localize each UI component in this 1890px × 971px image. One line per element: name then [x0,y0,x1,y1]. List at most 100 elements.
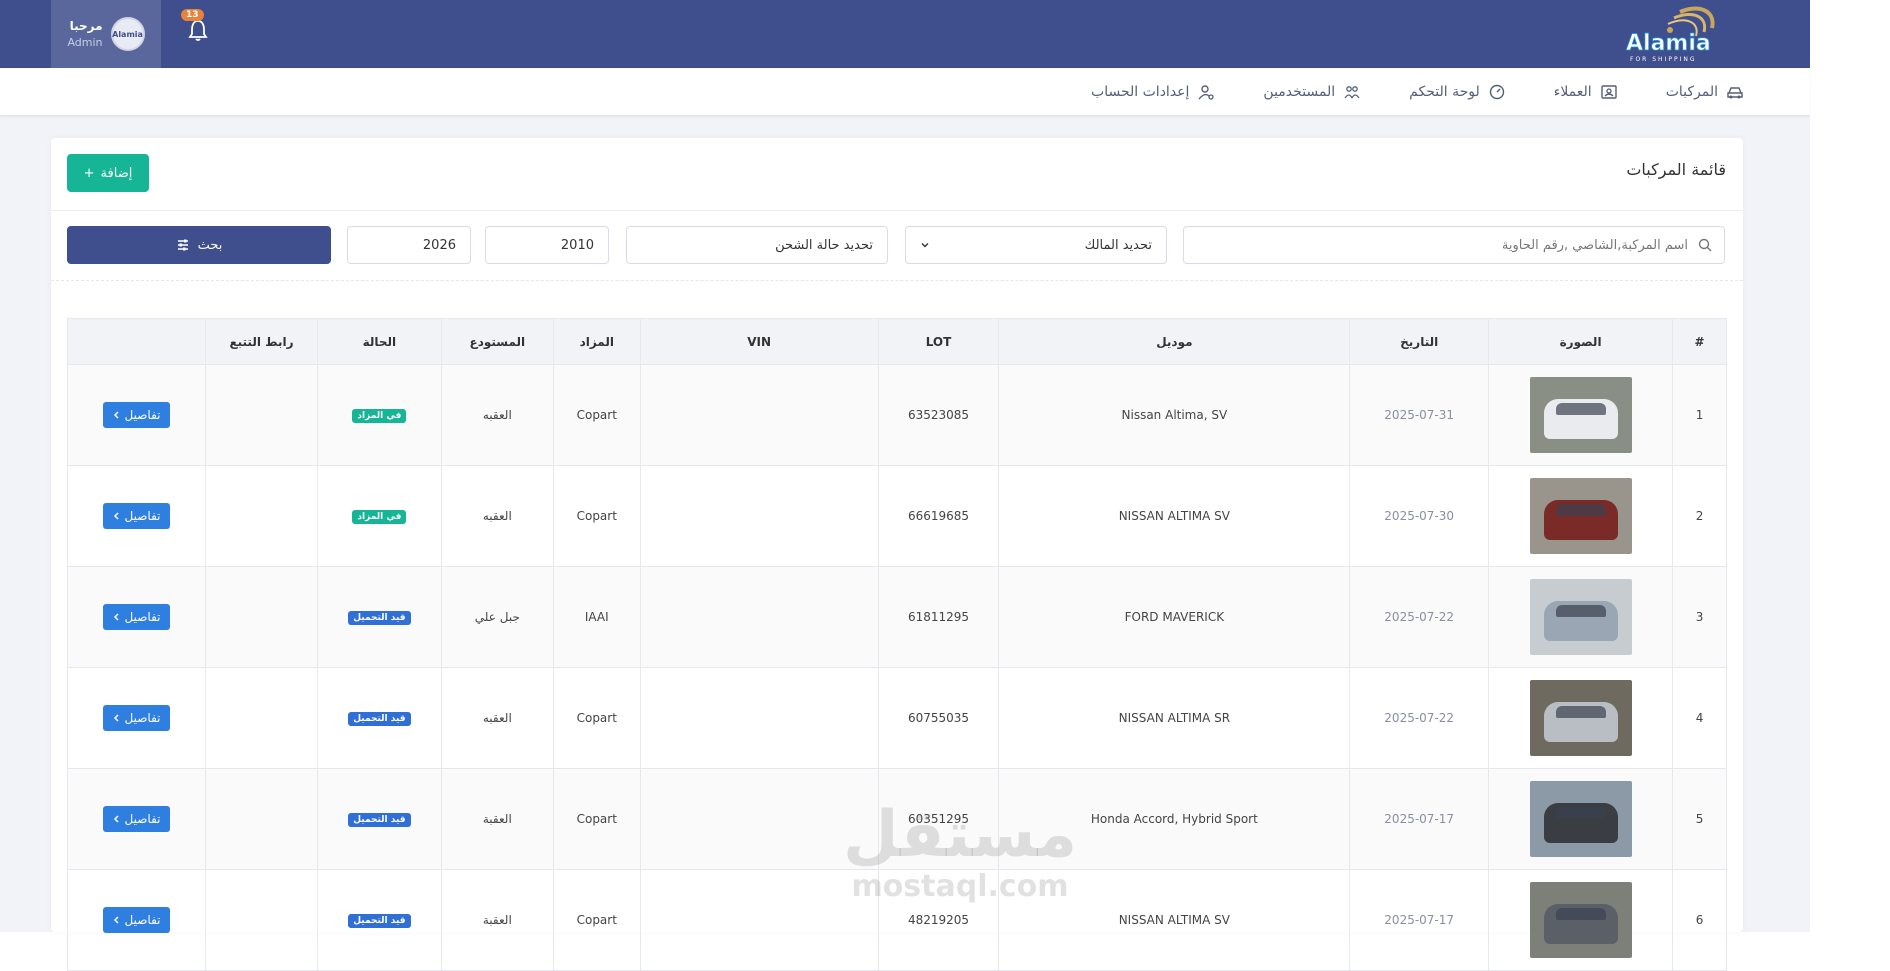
cell-actions: تفاصيل [66,465,207,567]
bell-icon[interactable] [187,18,209,42]
vehicle-photo[interactable] [1529,781,1632,857]
cell-status: قيد التحميل [316,768,442,870]
details-button-label: تفاصيل [124,610,161,624]
details-button-label: تفاصيل [124,408,161,422]
cell-warehouse: العقبه [440,465,554,567]
table-header-row: # الصورة التاريخ موديل LOT VIN المزاد ال… [66,318,1727,365]
details-button-label: تفاصيل [124,913,161,927]
user-info: مرحبا Admin [67,19,102,49]
brand-logo[interactable]: Alamia FOR SHIPPING [1620,4,1740,66]
avatar: Alamia [110,17,145,51]
car-icon [1727,87,1743,99]
nav-item-dashboard[interactable]: لوحة التحكم [1409,83,1506,101]
divider [51,210,1743,211]
notification-badge: 13 [181,9,204,21]
table-row: 3 2025-07-22 FORD MAVERICK 61811295 IAAI جبل … [66,566,1727,668]
table-body: 1 2025-07-31 Nissan Altima, SV 63523085 Copa… [66,364,1727,971]
nav-item-users[interactable]: المستخدمين [1263,83,1361,101]
col-vin: VIN [639,318,879,365]
col-warehouse: المستودع [440,318,554,365]
vehicle-photo[interactable] [1529,882,1632,958]
top-header: Alamia FOR SHIPPING مرحبا Admin Alamia 1… [0,0,1810,68]
details-button[interactable]: تفاصيل [102,402,171,428]
cell-tracking [205,465,318,567]
details-button[interactable]: تفاصيل [102,907,171,933]
status-badge: قيد التحميل [348,813,411,827]
customers-icon [1600,85,1617,99]
car-windshield [1555,807,1606,819]
car-windshield [1555,504,1606,516]
vehicle-photo[interactable] [1529,377,1632,453]
chevron-down-icon [921,243,929,248]
vehicle-photo[interactable] [1529,579,1632,655]
add-button-label: إضافة [100,165,133,181]
col-actions [66,318,207,365]
col-model: موديل [998,318,1351,365]
nav-item-label: لوحة التحكم [1409,84,1480,100]
details-button[interactable]: تفاصيل [102,604,171,630]
cell-auction: Copart [552,768,641,870]
col-auction: المزاد [552,318,641,365]
main-nav: المركبات العملاء لوحة التحكم المستخدمين … [0,68,1810,116]
search-field[interactable] [1183,226,1725,264]
year-from-value: 2010 [560,237,594,253]
col-status: الحالة [316,318,442,365]
svg-text:FOR SHIPPING: FOR SHIPPING [1630,56,1696,63]
add-vehicle-button[interactable]: + إضافة [67,154,149,192]
search-button[interactable]: بحث [67,226,331,264]
details-button[interactable]: تفاصيل [102,806,171,832]
user-menu[interactable]: مرحبا Admin Alamia [51,0,161,68]
table-row: 5 2025-07-17 Honda Accord, Hybrid Sport 603… [66,768,1727,870]
cell-tracking [205,566,318,668]
year-from-input[interactable]: 2010 [485,226,609,264]
search-input[interactable] [1196,237,1688,253]
vehicle-photo[interactable] [1529,478,1632,554]
cell-model: FORD MAVERICK [998,566,1351,668]
table-row: 6 2025-07-17 NISSAN ALTIMA SV 48219205 Copar… [66,869,1727,971]
nav-item-label: العملاء [1553,84,1592,100]
cell-date: 2025-07-22 [1349,667,1490,769]
cell-status: قيد التحميل [316,869,442,971]
cell-vin [639,768,879,870]
cell-model: NISSAN ALTIMA SR [998,667,1351,769]
table-row: 4 2025-07-22 NISSAN ALTIMA SR 60755035 Copar… [66,667,1727,769]
owner-select[interactable]: تحديد المالك [905,226,1167,264]
nav-item-customers[interactable]: العملاء [1554,83,1618,101]
users-icon [1344,86,1360,99]
vehicles-table: # الصورة التاريخ موديل LOT VIN المزاد ال… [66,318,1727,971]
cell-auction: IAAI [552,566,641,668]
cell-tracking [205,364,318,466]
cell-status: في المزاد [316,364,442,466]
nav-item-account-settings[interactable]: إعدادات الحساب [1091,83,1215,101]
cell-auction: Copart [552,364,641,466]
app-root: Alamia FOR SHIPPING مرحبا Admin Alamia 1… [0,0,1810,971]
nav-list: المركبات العملاء لوحة التحكم المستخدمين … [1091,68,1744,116]
year-to-input[interactable]: 2026 [347,226,471,264]
year-to-value: 2026 [422,237,456,253]
cell-vin [639,869,879,971]
svg-text:Alamia: Alamia [1626,31,1711,56]
col-lot: LOT [877,318,1000,365]
cell-image [1488,566,1674,668]
arrow-left-icon [113,613,119,621]
search-button-label: بحث [197,237,223,253]
arrow-left-icon [113,512,119,520]
cell-status: قيد التحميل [316,566,442,668]
divider [51,280,1743,281]
cell-status: في المزاد [316,465,442,567]
details-button[interactable]: تفاصيل [102,705,171,731]
page-title: قائمة المركبات [1626,160,1726,179]
details-button[interactable]: تفاصيل [102,503,171,529]
cell-vin [639,465,879,567]
shipping-status-select[interactable]: تحديد حالة الشحن [626,226,888,264]
cell-actions: تفاصيل [66,566,207,668]
status-badge: قيد التحميل [348,914,411,928]
cell-image [1488,768,1674,870]
vehicle-photo[interactable] [1529,680,1632,756]
nav-item-label: إعدادات الحساب [1091,84,1190,100]
cell-model: NISSAN ALTIMA SV [998,869,1351,971]
cell-status: قيد التحميل [316,667,442,769]
cell-index: 4 [1672,667,1727,769]
user-greeting: مرحبا [69,19,103,33]
nav-item-vehicles[interactable]: المركبات [1666,83,1744,101]
